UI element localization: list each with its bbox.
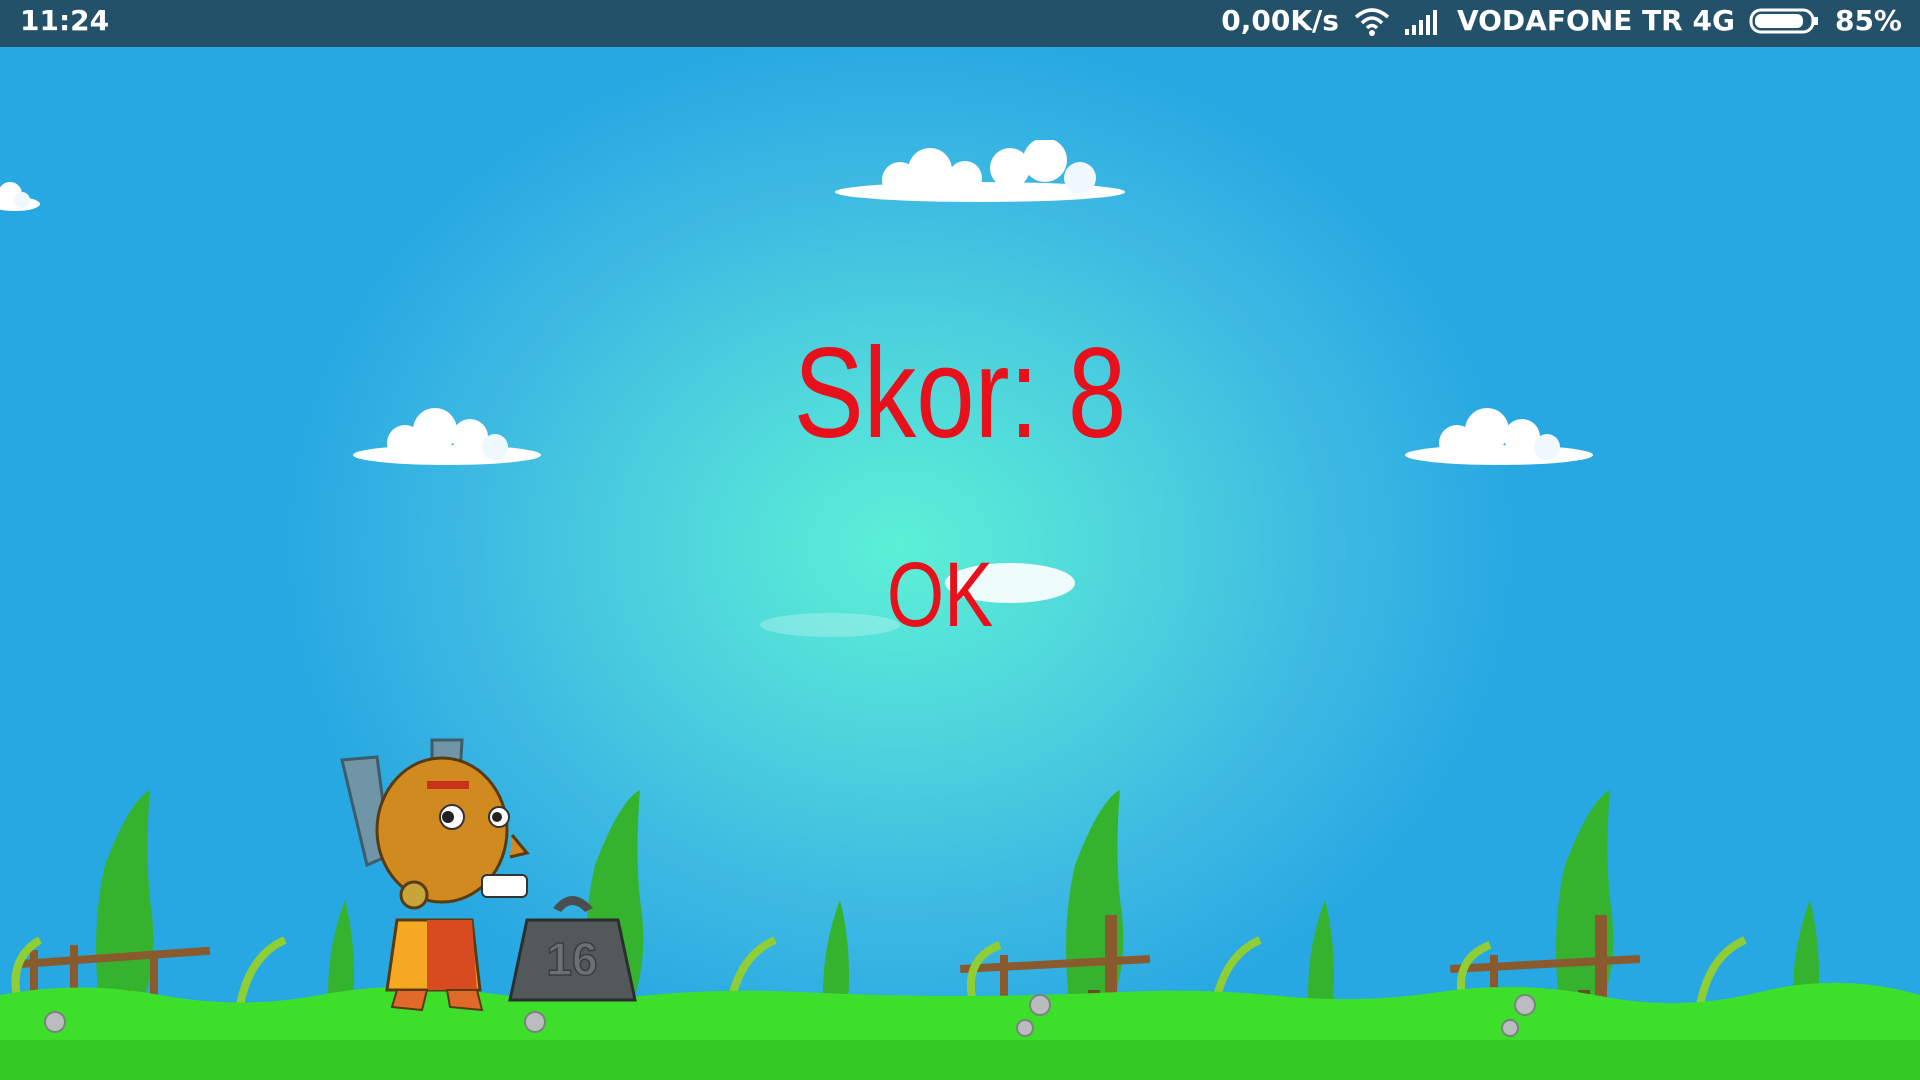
score-text: Skor: 8 [793, 322, 1127, 465]
cloud-icon [0, 182, 40, 211]
cloud-icon [835, 140, 1125, 202]
status-bar: 11:24 0,00K/s VODAFONE TR 4G 85% [0, 0, 1920, 47]
status-right-group: 0,00K/s VODAFONE TR 4G 85% [1221, 4, 1902, 37]
weight-icon: 16 [508, 896, 637, 1002]
ok-button[interactable]: OK [876, 540, 1004, 650]
battery-percent: 85% [1834, 4, 1902, 37]
grass-ground-scenery [0, 790, 1920, 1080]
battery-icon [1749, 8, 1818, 33]
status-time: 11:24 [20, 4, 110, 37]
signal-icon [1404, 9, 1437, 35]
network-speed: 0,00K/s [1221, 4, 1339, 37]
weight-label: 16 [546, 933, 597, 985]
grass-shading [0, 1040, 1920, 1080]
wifi-icon [1354, 7, 1390, 36]
carrier-name: VODAFONE TR 4G [1456, 4, 1735, 37]
